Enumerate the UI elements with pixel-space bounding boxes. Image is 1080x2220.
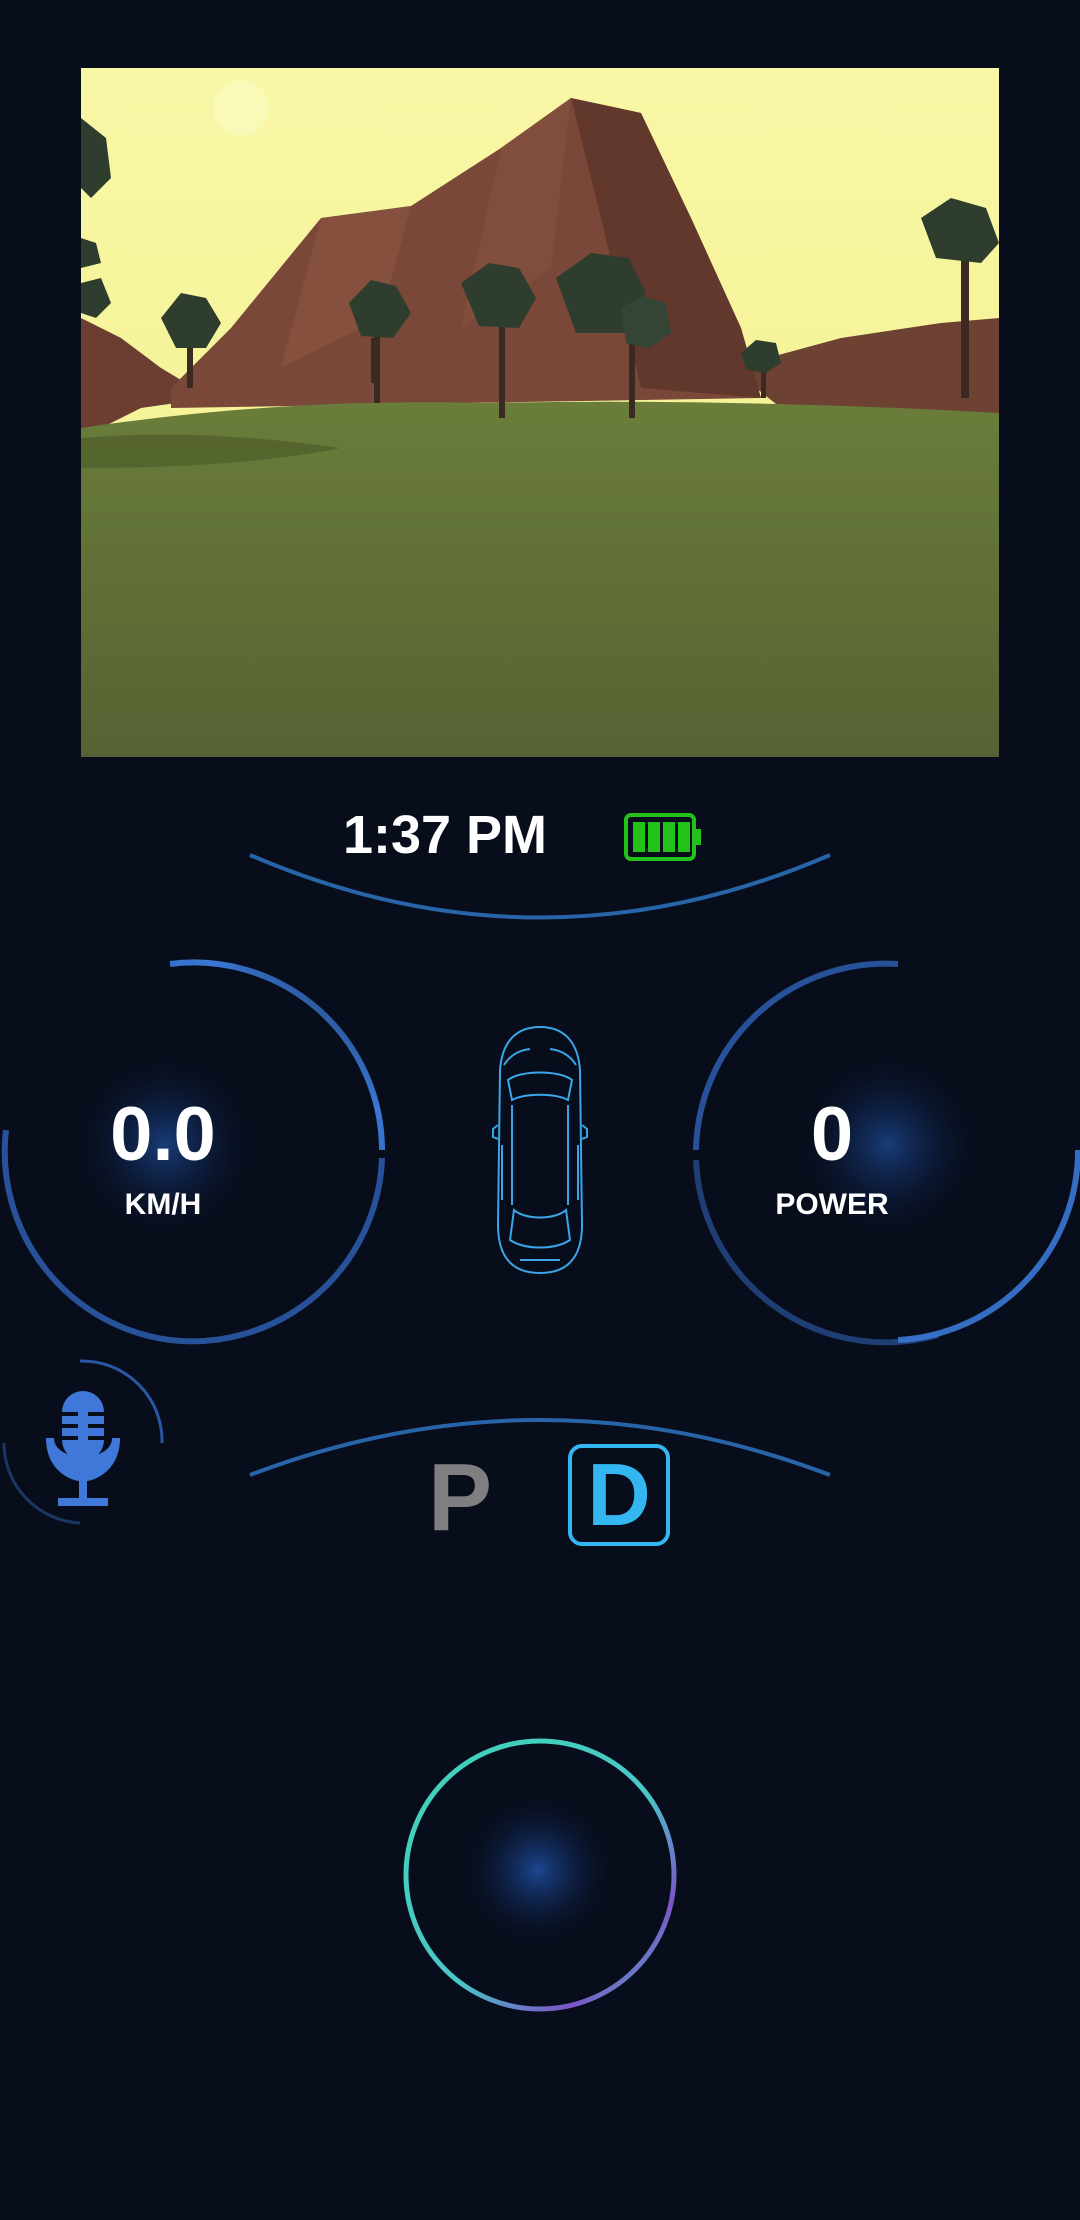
battery-full-icon	[624, 813, 701, 861]
microphone-icon	[46, 1391, 120, 1506]
gear-selector-arc	[249, 1418, 831, 1477]
dashboard-screen: 1:37 PM 0.0 KM/H 0 POWER P D	[0, 0, 1080, 2220]
joystick-knob[interactable]	[458, 1790, 618, 1950]
gear-drive-button[interactable]: D	[568, 1444, 670, 1546]
gear-park-button[interactable]: P	[420, 1448, 500, 1548]
speed-value: 0.0	[110, 1092, 216, 1177]
power-gauge: 0 POWER	[678, 950, 1080, 1370]
microphone-button[interactable]	[0, 1358, 170, 1528]
speed-unit: KM/H	[124, 1188, 202, 1221]
joystick[interactable]	[400, 1735, 680, 2015]
power-unit: POWER	[775, 1188, 889, 1221]
power-value: 0	[810, 1092, 854, 1177]
speed-gauge: 0.0 KM/H	[0, 950, 390, 1370]
clock: 1:37 PM	[342, 805, 548, 865]
camera-view	[81, 68, 999, 757]
car-top-view-icon	[492, 1025, 588, 1275]
